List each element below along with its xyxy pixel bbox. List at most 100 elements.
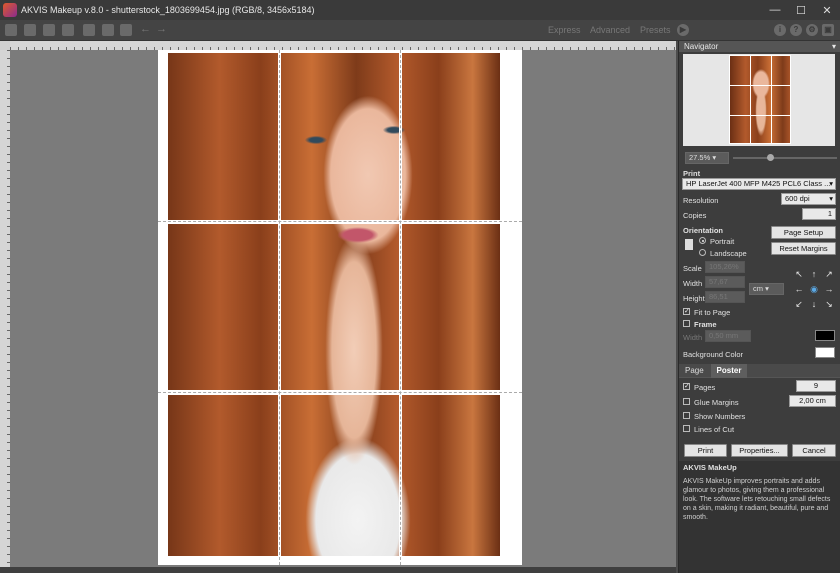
frame-label: Frame	[694, 320, 717, 329]
glue-margins-label: Glue Margins	[694, 398, 739, 407]
align-bottom-left-icon[interactable]: ↙	[794, 299, 804, 309]
tab-page[interactable]: Page	[685, 366, 704, 375]
ruler-corner	[0, 41, 10, 50]
lines-of-cut-checkbox[interactable]	[683, 425, 690, 432]
orientation-label: Orientation	[683, 226, 724, 235]
portrait-radio[interactable]	[699, 237, 706, 244]
panels-icon[interactable]: ▣	[822, 24, 834, 36]
horizontal-scrollbar[interactable]	[0, 567, 676, 573]
poster-tile	[168, 395, 278, 556]
open-icon[interactable]	[5, 24, 17, 36]
reset-margins-button[interactable]: Reset Margins	[771, 242, 836, 255]
printer-value: HP LaserJet 400 MFP M425 PCL6 Class ...	[686, 179, 831, 188]
horizontal-ruler	[10, 41, 676, 50]
align-center-icon[interactable]: ◉	[809, 284, 819, 294]
height-label: Height	[683, 294, 705, 303]
print-page	[158, 50, 522, 565]
lines-of-cut-label: Lines of Cut	[694, 425, 735, 434]
settings-icon[interactable]: ⚙	[806, 24, 818, 36]
frame-checkbox[interactable]	[683, 320, 690, 327]
cut-line	[158, 221, 522, 222]
landscape-label: Landscape	[710, 249, 747, 258]
copies-input[interactable]: 1	[802, 208, 836, 220]
toolbar: ← → Express Advanced Presets ▶ i ? ⚙ ▣	[0, 20, 840, 41]
glue-margins-checkbox[interactable]	[683, 398, 690, 405]
share-icon[interactable]	[43, 24, 55, 36]
mode-advanced[interactable]: Advanced	[590, 25, 630, 35]
cancel-button[interactable]: Cancel	[792, 444, 836, 457]
scale-label: Scale	[683, 264, 702, 273]
zoom-slider[interactable]	[733, 154, 837, 161]
mode-express[interactable]: Express	[548, 25, 581, 35]
printer-select[interactable]: HP LaserJet 400 MFP M425 PCL6 Class ... ▾	[682, 178, 836, 190]
close-button[interactable]: ✕	[814, 0, 840, 20]
frame-color-swatch[interactable]	[815, 330, 835, 341]
pages-checkbox[interactable]: ✓	[683, 383, 690, 390]
align-top-right-icon[interactable]: ↗	[824, 269, 834, 279]
resolution-label: Resolution	[683, 196, 719, 205]
width-input[interactable]: 57,67	[705, 276, 745, 288]
info-icon[interactable]: i	[774, 24, 786, 36]
show-numbers-checkbox[interactable]	[683, 412, 690, 419]
frame-width-label: Width	[683, 333, 703, 342]
window-title: AKVIS Makeup v.8.0 - shutterstock_180369…	[21, 5, 315, 15]
info-panel: AKVIS MakeUp AKVIS MakeUp improves portr…	[679, 461, 840, 573]
cut-line	[279, 50, 280, 565]
app-logo-icon	[3, 3, 17, 17]
page-setup-button[interactable]: Page Setup	[771, 226, 836, 239]
navigator-title: Navigator	[684, 42, 719, 51]
unit-select[interactable]: cm ▾	[749, 283, 784, 295]
minimize-button[interactable]: —	[762, 0, 788, 20]
mode-presets[interactable]: Presets	[640, 25, 671, 35]
properties-button[interactable]: Properties...	[731, 444, 788, 457]
background-color-swatch[interactable]	[815, 347, 835, 358]
background-color-label: Background Color	[683, 350, 744, 359]
after-icon[interactable]	[120, 24, 132, 36]
canvas-area[interactable]	[10, 50, 676, 567]
help-icon[interactable]: ?	[790, 24, 802, 36]
align-top-left-icon[interactable]: ↖	[794, 269, 804, 279]
batch-icon[interactable]	[83, 24, 95, 36]
print-icon[interactable]	[62, 24, 74, 36]
maximize-button[interactable]: ☐	[788, 0, 814, 20]
resolution-select[interactable]: 600 dpi ▾	[781, 193, 836, 205]
height-input[interactable]: 86,51	[705, 291, 745, 303]
before-icon[interactable]	[102, 24, 114, 36]
info-title: AKVIS MakeUp	[683, 463, 737, 472]
landscape-radio[interactable]	[699, 249, 706, 256]
tab-poster[interactable]: Poster	[711, 364, 747, 378]
navigator-preview[interactable]	[683, 54, 835, 146]
play-icon[interactable]: ▶	[677, 24, 689, 36]
fit-to-page-checkbox[interactable]: ✓	[683, 308, 690, 315]
chevron-down-icon: ▾	[829, 179, 833, 188]
resolution-value: 600 dpi	[785, 194, 810, 203]
frame-width-input[interactable]: 0,50 mm	[705, 330, 751, 342]
poster-tile	[281, 395, 399, 556]
cut-line	[400, 50, 401, 565]
pages-input[interactable]: 9	[796, 380, 836, 392]
poster-tile	[168, 224, 278, 390]
zoom-slider-handle[interactable]	[766, 154, 774, 161]
scale-input[interactable]: 105,26%	[705, 261, 745, 273]
poster-tile	[402, 395, 512, 556]
poster-tile	[281, 53, 399, 220]
redo-icon[interactable]: →	[156, 23, 167, 35]
vertical-ruler	[0, 50, 10, 567]
align-bottom-right-icon[interactable]: ↘	[824, 299, 834, 309]
print-button[interactable]: Print	[684, 444, 727, 457]
align-right-icon[interactable]: →	[824, 284, 834, 294]
save-icon[interactable]	[24, 24, 36, 36]
show-numbers-label: Show Numbers	[694, 412, 746, 421]
align-top-icon[interactable]: ↑	[809, 269, 819, 279]
navigator-header[interactable]: Navigator ▾	[679, 41, 840, 52]
align-bottom-icon[interactable]: ↓	[809, 299, 819, 309]
undo-icon[interactable]: ←	[140, 23, 151, 35]
collapse-icon[interactable]: ▾	[832, 41, 836, 52]
width-label: Width	[683, 279, 703, 288]
fit-to-page-label: Fit to Page	[694, 308, 731, 317]
align-left-icon[interactable]: ←	[794, 284, 804, 294]
navigator-thumbnail	[729, 55, 791, 144]
zoom-select[interactable]: 27.5% ▾	[685, 152, 729, 164]
glue-margins-input[interactable]: 2,00 cm	[789, 395, 836, 407]
poster-tile	[402, 53, 512, 220]
